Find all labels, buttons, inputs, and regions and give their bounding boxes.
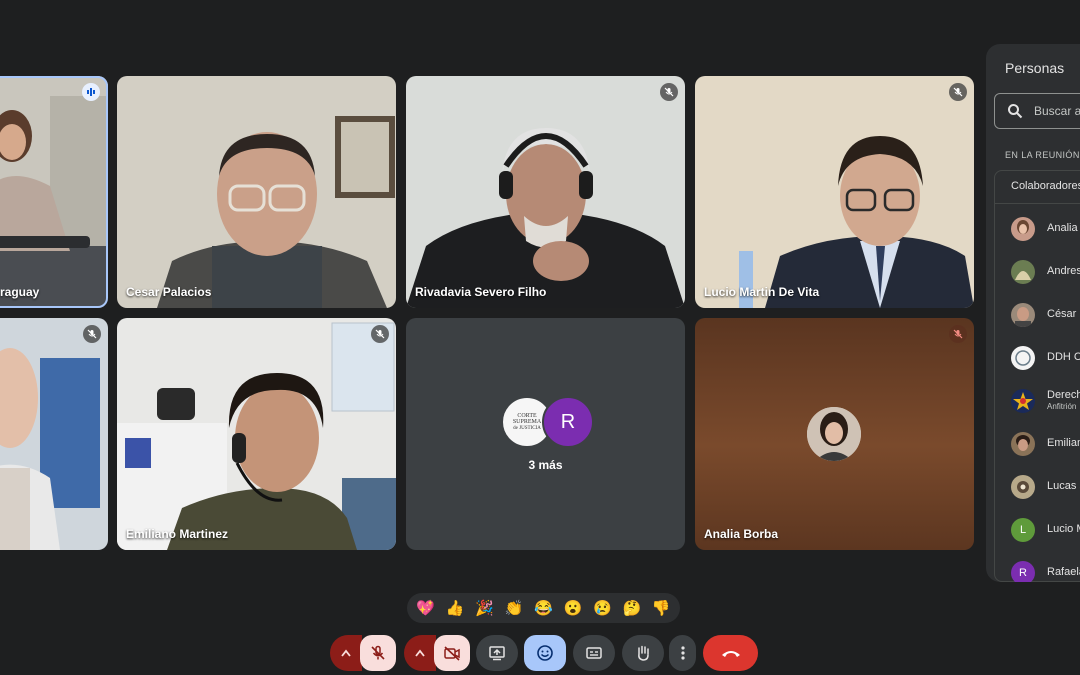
- people-panel: Personas Buscar a EN LA REUNIÓN Colabora…: [986, 44, 1080, 582]
- video-tile-cesar-palacios[interactable]: Cesar Palacios: [117, 76, 396, 308]
- present-screen-icon: [489, 646, 505, 661]
- camera-toggle-button[interactable]: [434, 635, 470, 671]
- reactions-button[interactable]: [524, 635, 566, 671]
- more-participants-tile[interactable]: CORTE SUPREMA de JUSTICIA R 3 más: [406, 318, 685, 550]
- hang-up-icon: [721, 651, 740, 657]
- in-meeting-label: EN LA REUNIÓN: [1005, 150, 1080, 160]
- raise-hand-button[interactable]: [622, 635, 664, 671]
- participant-row[interactable]: Derech Anfitrión: [1011, 389, 1080, 415]
- panel-title: Personas: [1005, 60, 1065, 76]
- participant-name: raguay: [0, 285, 40, 299]
- avatar: [1011, 346, 1035, 370]
- speaking-indicator-icon: [82, 83, 100, 101]
- participant-name: Rafaela: [1047, 566, 1080, 578]
- reaction-clapping[interactable]: 👏: [505, 601, 524, 616]
- reaction-surprised[interactable]: 😮: [564, 601, 583, 616]
- participant-row[interactable]: R Rafaela: [1011, 561, 1080, 582]
- camera-off-icon: [444, 646, 460, 661]
- participant-name: Analia B: [1047, 222, 1080, 234]
- video-tile-paraguay[interactable]: raguay: [0, 76, 108, 308]
- participant-row[interactable]: Emilian: [1011, 432, 1080, 458]
- reaction-sad[interactable]: 😢: [593, 601, 612, 616]
- logo-text: de JUSTICIA: [513, 425, 541, 431]
- participant-video: [0, 318, 108, 550]
- video-tile-rivadavia-severo-filho[interactable]: Rivadavia Severo Filho: [406, 76, 685, 308]
- participant-name: Derech: [1047, 389, 1080, 401]
- participant-video: [117, 76, 396, 308]
- participant-name: César P: [1047, 308, 1080, 320]
- hand-icon: [638, 645, 649, 661]
- participant-row[interactable]: César P: [1011, 303, 1080, 329]
- mic-off-icon: [83, 325, 101, 343]
- more-vertical-icon: [680, 646, 685, 660]
- divider: [995, 203, 1080, 204]
- avatar: [1011, 389, 1035, 413]
- participant-video: [117, 318, 396, 550]
- people-search-input[interactable]: Buscar a: [994, 93, 1080, 129]
- avatar: L: [1011, 518, 1035, 542]
- more-count-label: 3 más: [528, 458, 563, 472]
- video-tile-emiliano-martinez[interactable]: Emiliano Martinez: [117, 318, 396, 550]
- search-placeholder: Buscar a: [1034, 104, 1080, 118]
- participant-row[interactable]: Andres: [1011, 260, 1080, 286]
- participant-row[interactable]: Lucas S: [1011, 475, 1080, 501]
- avatar: [1011, 303, 1035, 327]
- reaction-thinking[interactable]: 🤔: [622, 601, 641, 616]
- avatar: [1011, 217, 1035, 241]
- video-tile-lucio-martin-de-vita[interactable]: Lucio Martin De Vita: [695, 76, 974, 308]
- avatar: [807, 407, 861, 461]
- participant-row[interactable]: L Lucio M: [1011, 518, 1080, 544]
- chevron-up-icon: [341, 649, 351, 657]
- mic-off-icon: [371, 325, 389, 343]
- participant-name: Emilian: [1047, 437, 1080, 449]
- avatar: [1011, 260, 1035, 284]
- mic-off-icon: [949, 325, 967, 343]
- mic-off-icon: [660, 83, 678, 101]
- video-options-button[interactable]: [404, 635, 436, 671]
- captions-button[interactable]: [573, 635, 615, 671]
- reaction-thumbs-down[interactable]: 👎: [652, 601, 671, 616]
- participant-name: Emiliano Martinez: [126, 527, 229, 541]
- video-tile-analia-borba[interactable]: Analia Borba: [695, 318, 974, 550]
- participant-name: Lucas S: [1047, 480, 1080, 492]
- more-options-button[interactable]: [669, 635, 696, 671]
- reaction-sparkling-heart[interactable]: 💖: [416, 601, 435, 616]
- mic-off-icon: [949, 83, 967, 101]
- audio-options-button[interactable]: [330, 635, 362, 671]
- present-screen-button[interactable]: [476, 635, 518, 671]
- avatar: R: [1011, 561, 1035, 582]
- captions-icon: [586, 647, 602, 659]
- video-tile-unnamed[interactable]: [0, 318, 108, 550]
- participant-row[interactable]: DDH C: [1011, 346, 1080, 372]
- reaction-bar: 💖 👍 🎉 👏 😂 😮 😢 🤔 👎: [407, 593, 680, 623]
- participant-name: Lucio M: [1047, 523, 1080, 535]
- participant-name: DDH C: [1047, 351, 1080, 363]
- reaction-party-popper[interactable]: 🎉: [475, 601, 494, 616]
- participant-name: Rivadavia Severo Filho: [415, 285, 547, 299]
- logo-text: CORTE: [517, 412, 537, 419]
- collaborators-group: Colaboradores Analia B Andres César P DD…: [994, 170, 1080, 582]
- participant-row[interactable]: Analia B: [1011, 217, 1080, 243]
- avatar: [1011, 475, 1035, 499]
- search-icon: [1008, 104, 1023, 119]
- reaction-laughing[interactable]: 😂: [534, 601, 553, 616]
- avatar: R: [542, 396, 594, 448]
- reaction-thumbs-up[interactable]: 👍: [446, 601, 465, 616]
- participant-video: [406, 76, 685, 308]
- mic-off-icon: [371, 645, 385, 660]
- participant-name: Lucio Martin De Vita: [704, 285, 820, 299]
- chevron-up-icon: [415, 649, 425, 657]
- avatar: [1011, 432, 1035, 456]
- emoji-icon: [537, 645, 553, 661]
- participant-video: [695, 76, 974, 308]
- participant-name: Analia Borba: [704, 527, 779, 541]
- participant-name: Andres: [1047, 265, 1080, 277]
- microphone-toggle-button[interactable]: [360, 635, 396, 671]
- logo-text: SUPREMA: [512, 419, 542, 426]
- collaborators-header[interactable]: Colaboradores: [1011, 180, 1080, 192]
- host-label: Anfitrión: [1047, 402, 1077, 411]
- participant-name: Cesar Palacios: [126, 285, 212, 299]
- leave-call-button[interactable]: [703, 635, 758, 671]
